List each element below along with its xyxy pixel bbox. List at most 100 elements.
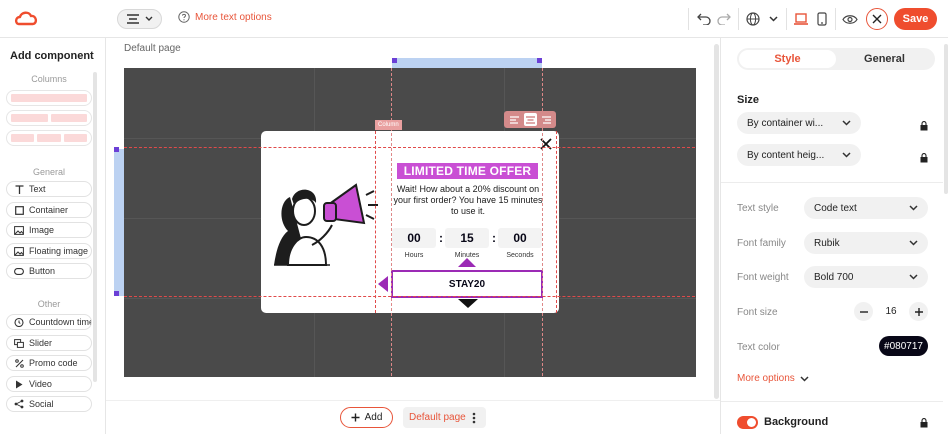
corner-handle[interactable] xyxy=(114,147,119,152)
chevron-down-icon xyxy=(800,375,809,382)
width-mode-select[interactable]: By container wi... xyxy=(737,112,861,134)
width-resize-handle[interactable] xyxy=(392,58,542,68)
more-text-options-link[interactable]: More text options xyxy=(178,11,272,23)
lock-icon[interactable] xyxy=(920,418,928,428)
lock-icon[interactable] xyxy=(920,121,928,131)
promo-code-box[interactable]: STAY20 xyxy=(391,270,543,298)
countdown-hours[interactable]: 00 xyxy=(392,228,436,248)
laptop-icon xyxy=(794,12,808,25)
three-column-layout[interactable] xyxy=(6,130,92,146)
size-heading: Size xyxy=(737,94,760,106)
more-options-toggle[interactable]: More options xyxy=(737,373,809,384)
font-weight-select[interactable]: Bold 700 xyxy=(804,266,928,288)
font-size-value[interactable]: 16 xyxy=(885,306,896,317)
move-up-arrow-icon[interactable] xyxy=(458,258,476,267)
component-button[interactable]: Button xyxy=(6,263,92,279)
component-slider[interactable]: Slider xyxy=(6,335,92,351)
close-editor-button[interactable] xyxy=(866,8,888,30)
mobile-view-button[interactable] xyxy=(813,10,831,28)
component-promo-code[interactable]: Promo code xyxy=(6,355,92,371)
font-size-stepper: 16 xyxy=(854,302,928,321)
align-center-icon[interactable] xyxy=(523,113,537,126)
decrease-font-size-button[interactable] xyxy=(854,302,873,321)
component-label: Text xyxy=(29,184,46,194)
width-mode-value: By container wi... xyxy=(747,117,824,129)
left-panel-scrollbar[interactable] xyxy=(93,72,97,382)
component-video[interactable]: Video xyxy=(6,376,92,392)
more-vertical-icon[interactable] xyxy=(472,412,476,424)
component-social[interactable]: Social xyxy=(6,396,92,412)
toolbar-divider xyxy=(835,8,836,30)
component-label: Countdown timer xyxy=(29,317,92,327)
text-color-swatch[interactable]: #080717 xyxy=(879,336,928,356)
one-column-layout[interactable] xyxy=(6,90,92,106)
offer-heading[interactable]: LIMITED TIME OFFER xyxy=(397,163,538,179)
section-divider xyxy=(721,182,943,183)
component-floating-image[interactable]: Floating image xyxy=(6,243,92,259)
save-button[interactable]: Save xyxy=(894,8,937,30)
increase-font-size-button[interactable] xyxy=(909,302,928,321)
text-align-dropdown[interactable] xyxy=(117,9,162,29)
selection-guide xyxy=(375,131,376,313)
offer-description[interactable]: Wait! How about a 20% discount on your f… xyxy=(391,184,545,217)
text-icon xyxy=(14,184,24,194)
component-text[interactable]: Text xyxy=(6,181,92,197)
component-image[interactable]: Image xyxy=(6,222,92,238)
corner-handle[interactable] xyxy=(114,291,119,296)
mobile-icon xyxy=(817,12,827,26)
align-left-icon[interactable] xyxy=(508,113,521,126)
component-container[interactable]: Container xyxy=(6,202,92,218)
tab-style[interactable]: Style xyxy=(739,50,836,68)
column-tag[interactable]: Column xyxy=(375,120,402,130)
selection-guide xyxy=(391,68,392,376)
component-label: Video xyxy=(29,379,52,389)
page-tab-default[interactable]: Default page xyxy=(403,407,486,428)
toolbar-divider xyxy=(786,8,787,30)
corner-handle[interactable] xyxy=(392,58,397,63)
language-button[interactable] xyxy=(744,10,762,28)
desktop-view-button[interactable] xyxy=(792,10,810,28)
two-column-layout[interactable] xyxy=(6,110,92,126)
canvas-scrollbar[interactable] xyxy=(714,44,719,399)
background-toggle[interactable] xyxy=(737,416,758,429)
countdown-minutes[interactable]: 15 xyxy=(445,228,489,248)
component-countdown-timer[interactable]: Countdown timer xyxy=(6,314,92,330)
corner-handle[interactable] xyxy=(537,58,542,63)
height-mode-value: By content heig... xyxy=(747,149,825,161)
component-label: Social xyxy=(29,399,54,409)
move-down-arrow-icon[interactable] xyxy=(458,299,478,308)
move-left-arrow-icon[interactable] xyxy=(378,276,388,292)
close-icon xyxy=(872,14,882,24)
component-label: Container xyxy=(29,205,69,215)
more-options-label: More options xyxy=(737,373,795,384)
selection-guide xyxy=(124,147,695,148)
align-right-icon[interactable] xyxy=(540,113,553,126)
container-icon xyxy=(14,205,24,215)
text-style-select[interactable]: Code text xyxy=(804,197,928,219)
more-text-options-label: More text options xyxy=(195,11,272,23)
countdown-seconds[interactable]: 00 xyxy=(498,228,542,248)
selection-guide xyxy=(556,131,557,313)
component-label: Button xyxy=(29,266,56,276)
text-color-label: Text color xyxy=(737,342,780,353)
component-label: Floating image xyxy=(29,246,89,256)
component-label: Slider xyxy=(29,338,53,348)
height-resize-handle[interactable] xyxy=(114,149,124,296)
add-page-button[interactable]: Add xyxy=(340,407,393,428)
style-panel: Style General Size By container wi... By… xyxy=(720,38,948,434)
language-dropdown[interactable] xyxy=(764,10,782,28)
eye-icon xyxy=(842,14,858,24)
font-family-label: Font family xyxy=(737,238,786,249)
tab-general[interactable]: General xyxy=(836,50,933,68)
height-mode-select[interactable]: By content heig... xyxy=(737,144,861,166)
selection-guide xyxy=(124,296,695,297)
page-bar: Add Default page xyxy=(106,400,720,434)
right-panel-scrollbar[interactable] xyxy=(944,44,948,194)
canvas-page-label: Default page xyxy=(124,43,181,54)
redo-button[interactable] xyxy=(715,10,733,28)
lock-icon[interactable] xyxy=(920,153,928,163)
preview-button[interactable] xyxy=(841,10,859,28)
undo-button[interactable] xyxy=(695,10,713,28)
font-family-select[interactable]: Rubik xyxy=(804,232,928,254)
app-logo-icon[interactable] xyxy=(14,9,38,29)
